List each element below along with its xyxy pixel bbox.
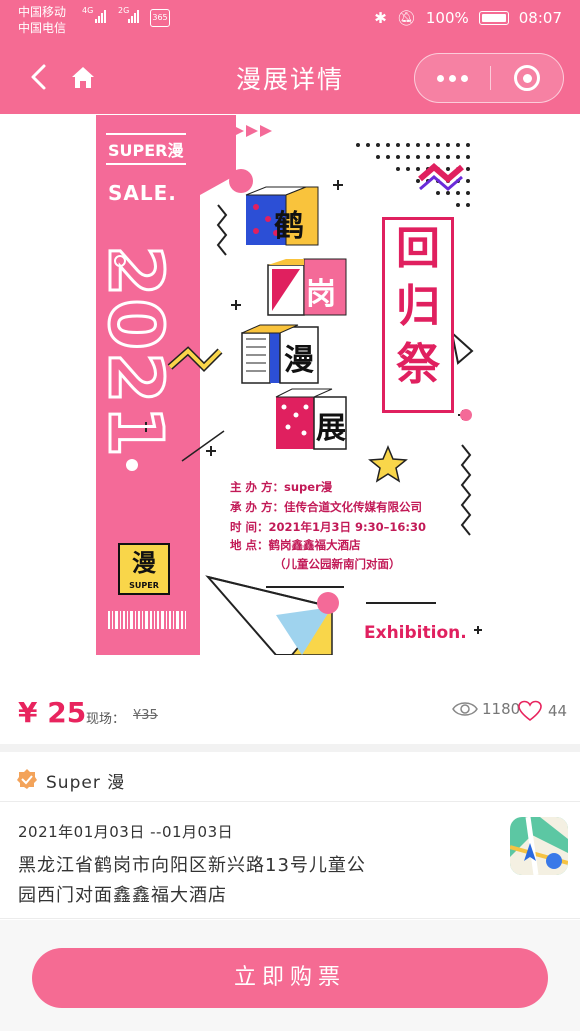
view-count-value: 1180: [482, 700, 521, 718]
cube-char-1: 鹤: [274, 209, 304, 244]
signal-icon: [95, 10, 106, 23]
poster-info-organizer: 承 办 方：佳传合道文化传媒有限公司: [230, 500, 423, 514]
poster-sale: SALE.: [108, 181, 177, 205]
poster-logo: 漫 SUPER: [118, 543, 170, 595]
poster-logo-sub: SUPER: [129, 581, 159, 590]
price-row: ¥ 25 现场： ¥35 1180 44: [0, 690, 580, 740]
poster-info-time: 时 间：2021年1月3日 9:30–16:30: [230, 520, 426, 534]
poster-info-host: 主 办 方：super漫: [230, 480, 333, 494]
more-dots-icon: [437, 74, 444, 82]
event-info-block: 2021年01月03日 --01月03日 黑龙江省鹤岗市向阳区新兴路13号儿童公…: [0, 803, 580, 919]
more-button[interactable]: [415, 54, 490, 102]
buy-ticket-button[interactable]: 立即购票: [32, 948, 548, 1008]
onsite-price: ¥35: [133, 708, 158, 723]
poster-exhibition-label: Exhibition.: [364, 623, 467, 643]
cube-char-2: 岗: [306, 277, 336, 312]
poster-brand: SUPER漫: [106, 133, 186, 165]
poster-logo-char: 漫: [132, 549, 156, 577]
event-address: 黑龙江省鹤岗市向阳区新兴路13号儿童公园西门对面鑫鑫福大酒店: [18, 855, 366, 906]
bluetooth-icon: ✱: [374, 9, 387, 27]
signal-icon-2: [128, 10, 139, 23]
carrier-1: 中国移动: [18, 5, 67, 19]
organizer-name: Super 漫: [46, 773, 126, 793]
ticket-price: ¥ 25: [18, 696, 87, 729]
like-button[interactable]: 44: [518, 700, 567, 722]
cube-char-4: 展: [316, 411, 346, 446]
status-bar: 中国移动 中国电信 4G 2G 365 ✱ 🔕︎ 100% 08:07: [0, 0, 580, 40]
battery-percent: 100%: [425, 9, 469, 27]
carrier-info: 中国移动 中国电信: [18, 4, 66, 36]
battery-icon: [478, 11, 509, 25]
title-char-3: 祭: [396, 339, 440, 390]
network-type-1: 4G: [82, 6, 94, 15]
event-date: 2021年01月03日 --01月03日: [18, 823, 234, 841]
event-poster[interactable]: SUPER漫 SALE. 2021 鹤 岗 漫 展 回 归 祭 主 办 方：su…: [96, 115, 484, 655]
like-count-value: 44: [548, 702, 568, 720]
organizer-row[interactable]: Super 漫: [0, 752, 580, 802]
section-divider: [0, 744, 580, 752]
verified-badge-icon: [17, 769, 37, 789]
home-button[interactable]: [68, 62, 98, 92]
nav-bar: 漫展详情: [0, 40, 580, 114]
heart-icon: [518, 700, 542, 722]
poster-info-place: 地 点：鹤岗鑫鑫福大酒店: [230, 538, 361, 552]
chevron-left-icon: [31, 64, 46, 90]
cube-char-3: 漫: [284, 343, 314, 378]
status-right: ✱ 🔕︎ 100% 08:07: [374, 9, 562, 27]
carrier-2: 中国电信: [18, 21, 67, 35]
title-char-1: 回: [396, 223, 440, 274]
onsite-price-label: 现场：: [86, 712, 126, 727]
poster-year: 2021: [96, 244, 180, 461]
eye-icon: [452, 702, 478, 716]
mute-bell-icon: 🔕︎: [396, 9, 416, 27]
app-badge: 365: [150, 9, 170, 27]
title-char-2: 归: [396, 281, 440, 332]
map-icon: [510, 817, 568, 875]
home-icon: [72, 67, 94, 88]
poster-info-place-note: （儿童公园新南门对面）: [274, 557, 401, 571]
close-ring-icon: [514, 65, 540, 91]
view-count: 1180: [452, 700, 520, 718]
poster-vertical-title: 回 归 祭: [382, 217, 454, 413]
bottom-action-bar: 立即购票: [0, 920, 580, 1031]
miniprogram-capsule: [414, 53, 564, 103]
back-button[interactable]: [26, 62, 54, 92]
clock: 08:07: [518, 9, 562, 27]
close-miniprogram-button[interactable]: [491, 54, 563, 102]
map-navigation-button[interactable]: [510, 817, 568, 875]
